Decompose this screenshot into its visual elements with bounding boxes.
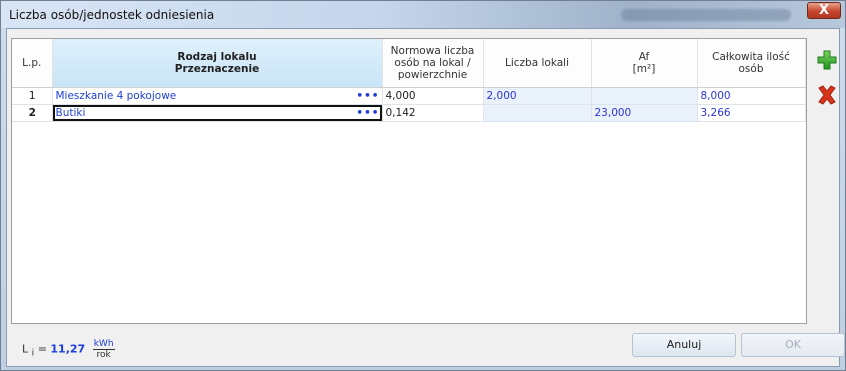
row-number: 1 (12, 87, 53, 105)
add-row-button[interactable] (816, 49, 838, 74)
l-value: 11,27 (50, 342, 86, 356)
header-af[interactable]: Af [m²] (591, 39, 698, 88)
rodzaj-cell-editing[interactable]: Butiki ••• (52, 104, 383, 122)
normowa-cell[interactable]: 0,142 (382, 104, 484, 122)
rodzaj-value: Mieszkanie 4 pokojowe (55, 90, 177, 102)
header-rodzaj-line2: Przeznaczenie (174, 63, 260, 75)
rodzaj-value: Butiki (55, 107, 86, 119)
table-row[interactable]: 1 Mieszkanie 4 pokojowe ••• 4,000 2,000 … (12, 87, 806, 105)
header-normowa-line2: osób na lokal / (394, 57, 471, 69)
header-row: L.p. Rodzaj lokalu Przeznaczenie Normowa… (12, 39, 806, 88)
calkowita-cell: 3,266 (697, 104, 806, 122)
header-calkowita[interactable]: Całkowita ilość osób (697, 39, 806, 88)
header-calkowita-line2: osób (738, 63, 764, 75)
cancel-button[interactable]: Anuluj (632, 333, 736, 357)
table-row[interactable]: 2 Butiki ••• 0,142 23,000 3,266 (12, 104, 806, 122)
header-af-line1: Af (638, 51, 650, 63)
header-calkowita-line1: Całkowita ilość (712, 51, 790, 63)
calkowita-cell: 8,000 (697, 87, 806, 105)
unit-denominator: rok (96, 350, 111, 360)
rodzaj-cell[interactable]: Mieszkanie 4 pokojowe ••• (52, 87, 383, 105)
title-bar[interactable]: Liczba osób/jednostek odniesienia . X (1, 1, 845, 28)
header-normowa[interactable]: Normowa liczba osób na lokal / powierzch… (382, 39, 484, 88)
header-normowa-line3: powierzchnie (397, 69, 468, 81)
l-equals: = (37, 342, 47, 356)
l-indicator: L i = 11,27 kWh rok (22, 339, 115, 360)
liczba-cell[interactable]: 2,000 (483, 87, 592, 105)
normowa-cell[interactable]: 4,000 (382, 87, 484, 105)
l-symbol: L (22, 342, 29, 356)
header-rodzaj[interactable]: Rodzaj lokalu Przeznaczenie (52, 39, 383, 88)
header-af-line2: [m²] (632, 63, 656, 75)
unit-fraction: kWh rok (92, 339, 115, 360)
close-button[interactable]: X (807, 2, 841, 19)
red-x-icon (818, 85, 836, 105)
l-subscript: i (31, 347, 35, 359)
header-rodzaj-line1: Rodzaj lokalu (177, 51, 257, 63)
unit-numerator: kWh (92, 339, 115, 350)
af-cell[interactable] (591, 87, 698, 105)
window-title: Liczba osób/jednostek odniesienia (9, 8, 215, 22)
ellipsis-button[interactable]: ••• (356, 90, 379, 102)
header-liczba[interactable]: Liczba lokali (483, 39, 592, 88)
header-normowa-line1: Normowa liczba (390, 45, 475, 57)
blurred-title-text: . (621, 9, 791, 21)
ellipsis-button[interactable]: ••• (356, 107, 379, 119)
green-plus-icon (817, 50, 837, 70)
liczba-cell[interactable] (483, 104, 592, 122)
header-lp[interactable]: L.p. (12, 39, 53, 88)
data-grid[interactable]: L.p. Rodzaj lokalu Przeznaczenie Normowa… (11, 38, 807, 324)
af-cell[interactable]: 23,000 (591, 104, 698, 122)
row-number: 2 (12, 104, 53, 122)
delete-row-button[interactable] (816, 84, 838, 109)
ok-button[interactable]: OK (741, 333, 845, 357)
